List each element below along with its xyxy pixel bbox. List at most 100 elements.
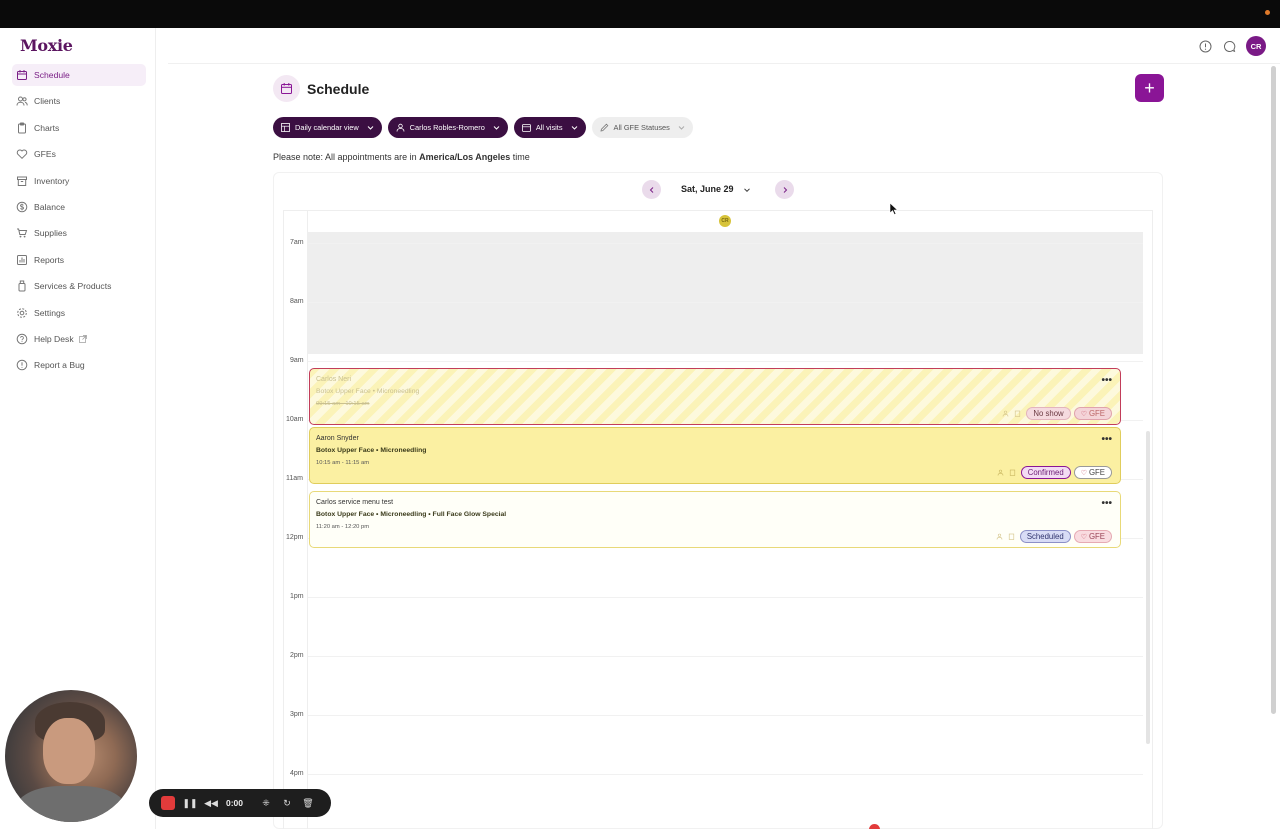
appointment-time: 10:15 am - 11:15 am bbox=[316, 460, 370, 466]
more-options-icon[interactable]: ••• bbox=[1101, 375, 1112, 386]
appointment-client: Aaron Snyder bbox=[316, 435, 359, 442]
info-icon[interactable] bbox=[1199, 40, 1212, 53]
note-suffix: time bbox=[510, 152, 530, 162]
alert-icon bbox=[16, 359, 28, 371]
sidebar-item-label: Supplies bbox=[34, 228, 67, 239]
more-options-icon[interactable]: ••• bbox=[1101, 434, 1112, 445]
status-badge: No show bbox=[1026, 407, 1071, 420]
person-icon bbox=[996, 533, 1003, 540]
webcam-face bbox=[43, 718, 95, 784]
users-icon bbox=[16, 95, 28, 107]
calendar-icon bbox=[273, 75, 300, 102]
user-avatar[interactable]: CR bbox=[1246, 36, 1266, 56]
filter-label: Daily calendar view bbox=[295, 123, 359, 132]
webcam-overlay bbox=[5, 690, 137, 822]
filter-label: Carlos Robles-Romero bbox=[409, 123, 485, 132]
hour-label: 12pm bbox=[286, 534, 304, 541]
provider-column-header: CR bbox=[308, 211, 1143, 233]
sidebar-item-reports[interactable]: Reports bbox=[12, 249, 146, 271]
appointment-badges: No show ♡ GFE bbox=[1002, 407, 1112, 420]
pen-icon bbox=[600, 123, 609, 132]
person-icon bbox=[1003, 410, 1009, 417]
sidebar-item-charts[interactable]: Charts bbox=[12, 117, 146, 139]
sidebar-item-report-bug[interactable]: Report a Bug bbox=[12, 354, 146, 376]
rewind-icon[interactable]: ◀◀ bbox=[204, 798, 218, 809]
gfe-badge: ♡ GFE bbox=[1073, 466, 1112, 479]
chevron-down-icon[interactable] bbox=[743, 186, 751, 194]
sidebar-item-settings[interactable]: Settings bbox=[12, 302, 146, 324]
appointment-services: Botox Upper Face • Microneedling • Full … bbox=[316, 511, 507, 518]
gfe-status-filter-dropdown[interactable]: All GFE Statuses bbox=[591, 117, 693, 138]
heart-icon bbox=[16, 148, 28, 160]
hour-label: 2pm bbox=[290, 652, 304, 659]
gfe-label: GFE bbox=[1088, 468, 1105, 477]
hour-line bbox=[308, 243, 1143, 244]
clipboard-icon bbox=[1009, 469, 1015, 476]
grid-icon bbox=[281, 123, 290, 132]
appointment-card[interactable]: Carlos Neri Botox Upper Face • Microneed… bbox=[309, 368, 1121, 425]
sidebar-item-label: Schedule bbox=[34, 70, 70, 80]
time-column: 7am 8am 9am 10am 11am 12pm 1pm 2pm 3pm 4… bbox=[284, 211, 308, 829]
mouse-cursor-icon bbox=[889, 202, 899, 216]
hour-line bbox=[308, 656, 1143, 657]
gfe-label: GFE bbox=[1088, 532, 1105, 541]
hour-line bbox=[308, 361, 1143, 362]
recording-timer: 0:00 bbox=[226, 798, 244, 808]
person-icon bbox=[396, 123, 405, 132]
provider-filter-dropdown[interactable]: Carlos Robles-Romero bbox=[387, 117, 508, 138]
hour-label: 3pm bbox=[290, 711, 304, 718]
hour-label: 4pm bbox=[290, 770, 304, 777]
chevron-down-icon bbox=[367, 124, 374, 131]
calendar-scrollbar[interactable] bbox=[1146, 431, 1150, 744]
chevron-left-icon bbox=[649, 186, 653, 193]
sidebar-item-schedule[interactable]: Schedule bbox=[12, 64, 146, 86]
hour-line bbox=[308, 597, 1143, 598]
unavailable-block bbox=[308, 233, 1143, 354]
previous-day-button[interactable] bbox=[642, 180, 661, 199]
bottle-icon bbox=[16, 280, 28, 292]
chat-icon[interactable] bbox=[1223, 40, 1236, 53]
appointment-time: 11:20 am - 12:20 pm bbox=[316, 524, 370, 530]
gfe-badge: ♡ GFE bbox=[1073, 530, 1112, 543]
add-appointment-button[interactable]: + bbox=[1135, 74, 1164, 102]
more-options-icon[interactable]: ••• bbox=[1101, 498, 1112, 509]
sidebar-item-balance[interactable]: Balance bbox=[12, 196, 146, 218]
trash-icon[interactable]: 🗑 bbox=[302, 798, 314, 809]
status-badge: Confirmed bbox=[1020, 466, 1071, 479]
pause-icon[interactable]: ❚❚ bbox=[182, 798, 197, 809]
sidebar-item-help-desk[interactable]: Help Desk bbox=[12, 328, 146, 350]
page-scrollbar[interactable] bbox=[1271, 66, 1276, 714]
note-prefix: Please note: All appointments are in bbox=[273, 152, 420, 162]
app-logo[interactable]: Moxie bbox=[20, 36, 73, 55]
page-title: Schedule bbox=[307, 80, 370, 97]
restart-icon[interactable]: ↻ bbox=[281, 798, 293, 809]
box-icon bbox=[16, 175, 28, 187]
help-icon bbox=[16, 333, 28, 345]
sidebar-item-services-products[interactable]: Services & Products bbox=[12, 275, 146, 297]
filter-label: All visits bbox=[535, 123, 563, 132]
hour-line bbox=[308, 715, 1143, 716]
sidebar-item-label: Reports bbox=[34, 254, 65, 265]
next-day-button[interactable] bbox=[775, 180, 794, 199]
clipboard-icon bbox=[16, 122, 28, 134]
view-filter-dropdown[interactable]: Daily calendar view bbox=[273, 117, 382, 138]
visits-filter-dropdown[interactable]: All visits bbox=[513, 117, 586, 138]
sidebar-item-label: Help Desk bbox=[34, 333, 74, 344]
note-timezone: America/Los Angeles bbox=[419, 152, 511, 162]
stop-recording-button[interactable] bbox=[161, 796, 175, 810]
filter-bar: Daily calendar view Carlos Robles-Romero… bbox=[273, 117, 693, 138]
appointment-card[interactable]: Aaron Snyder Botox Upper Face • Micronee… bbox=[309, 427, 1121, 484]
sidebar-item-clients[interactable]: Clients bbox=[12, 90, 146, 112]
sidebar-item-label: Charts bbox=[34, 122, 60, 133]
appointment-card[interactable]: Carlos service menu test Botox Upper Fac… bbox=[309, 491, 1121, 548]
gear-icon bbox=[16, 307, 28, 319]
provider-avatar[interactable]: CR bbox=[719, 215, 731, 227]
top-header: CR bbox=[168, 28, 1280, 64]
draw-icon[interactable]: ⁜ bbox=[260, 798, 272, 809]
hour-line bbox=[308, 774, 1143, 775]
sidebar-item-inventory[interactable]: Inventory bbox=[12, 170, 146, 192]
hour-label: 1pm bbox=[290, 593, 304, 600]
sidebar-item-gfes[interactable]: GFEs bbox=[12, 143, 146, 165]
sidebar-item-supplies[interactable]: Supplies bbox=[12, 222, 146, 244]
date-label[interactable]: Sat, June 29 bbox=[681, 184, 734, 194]
